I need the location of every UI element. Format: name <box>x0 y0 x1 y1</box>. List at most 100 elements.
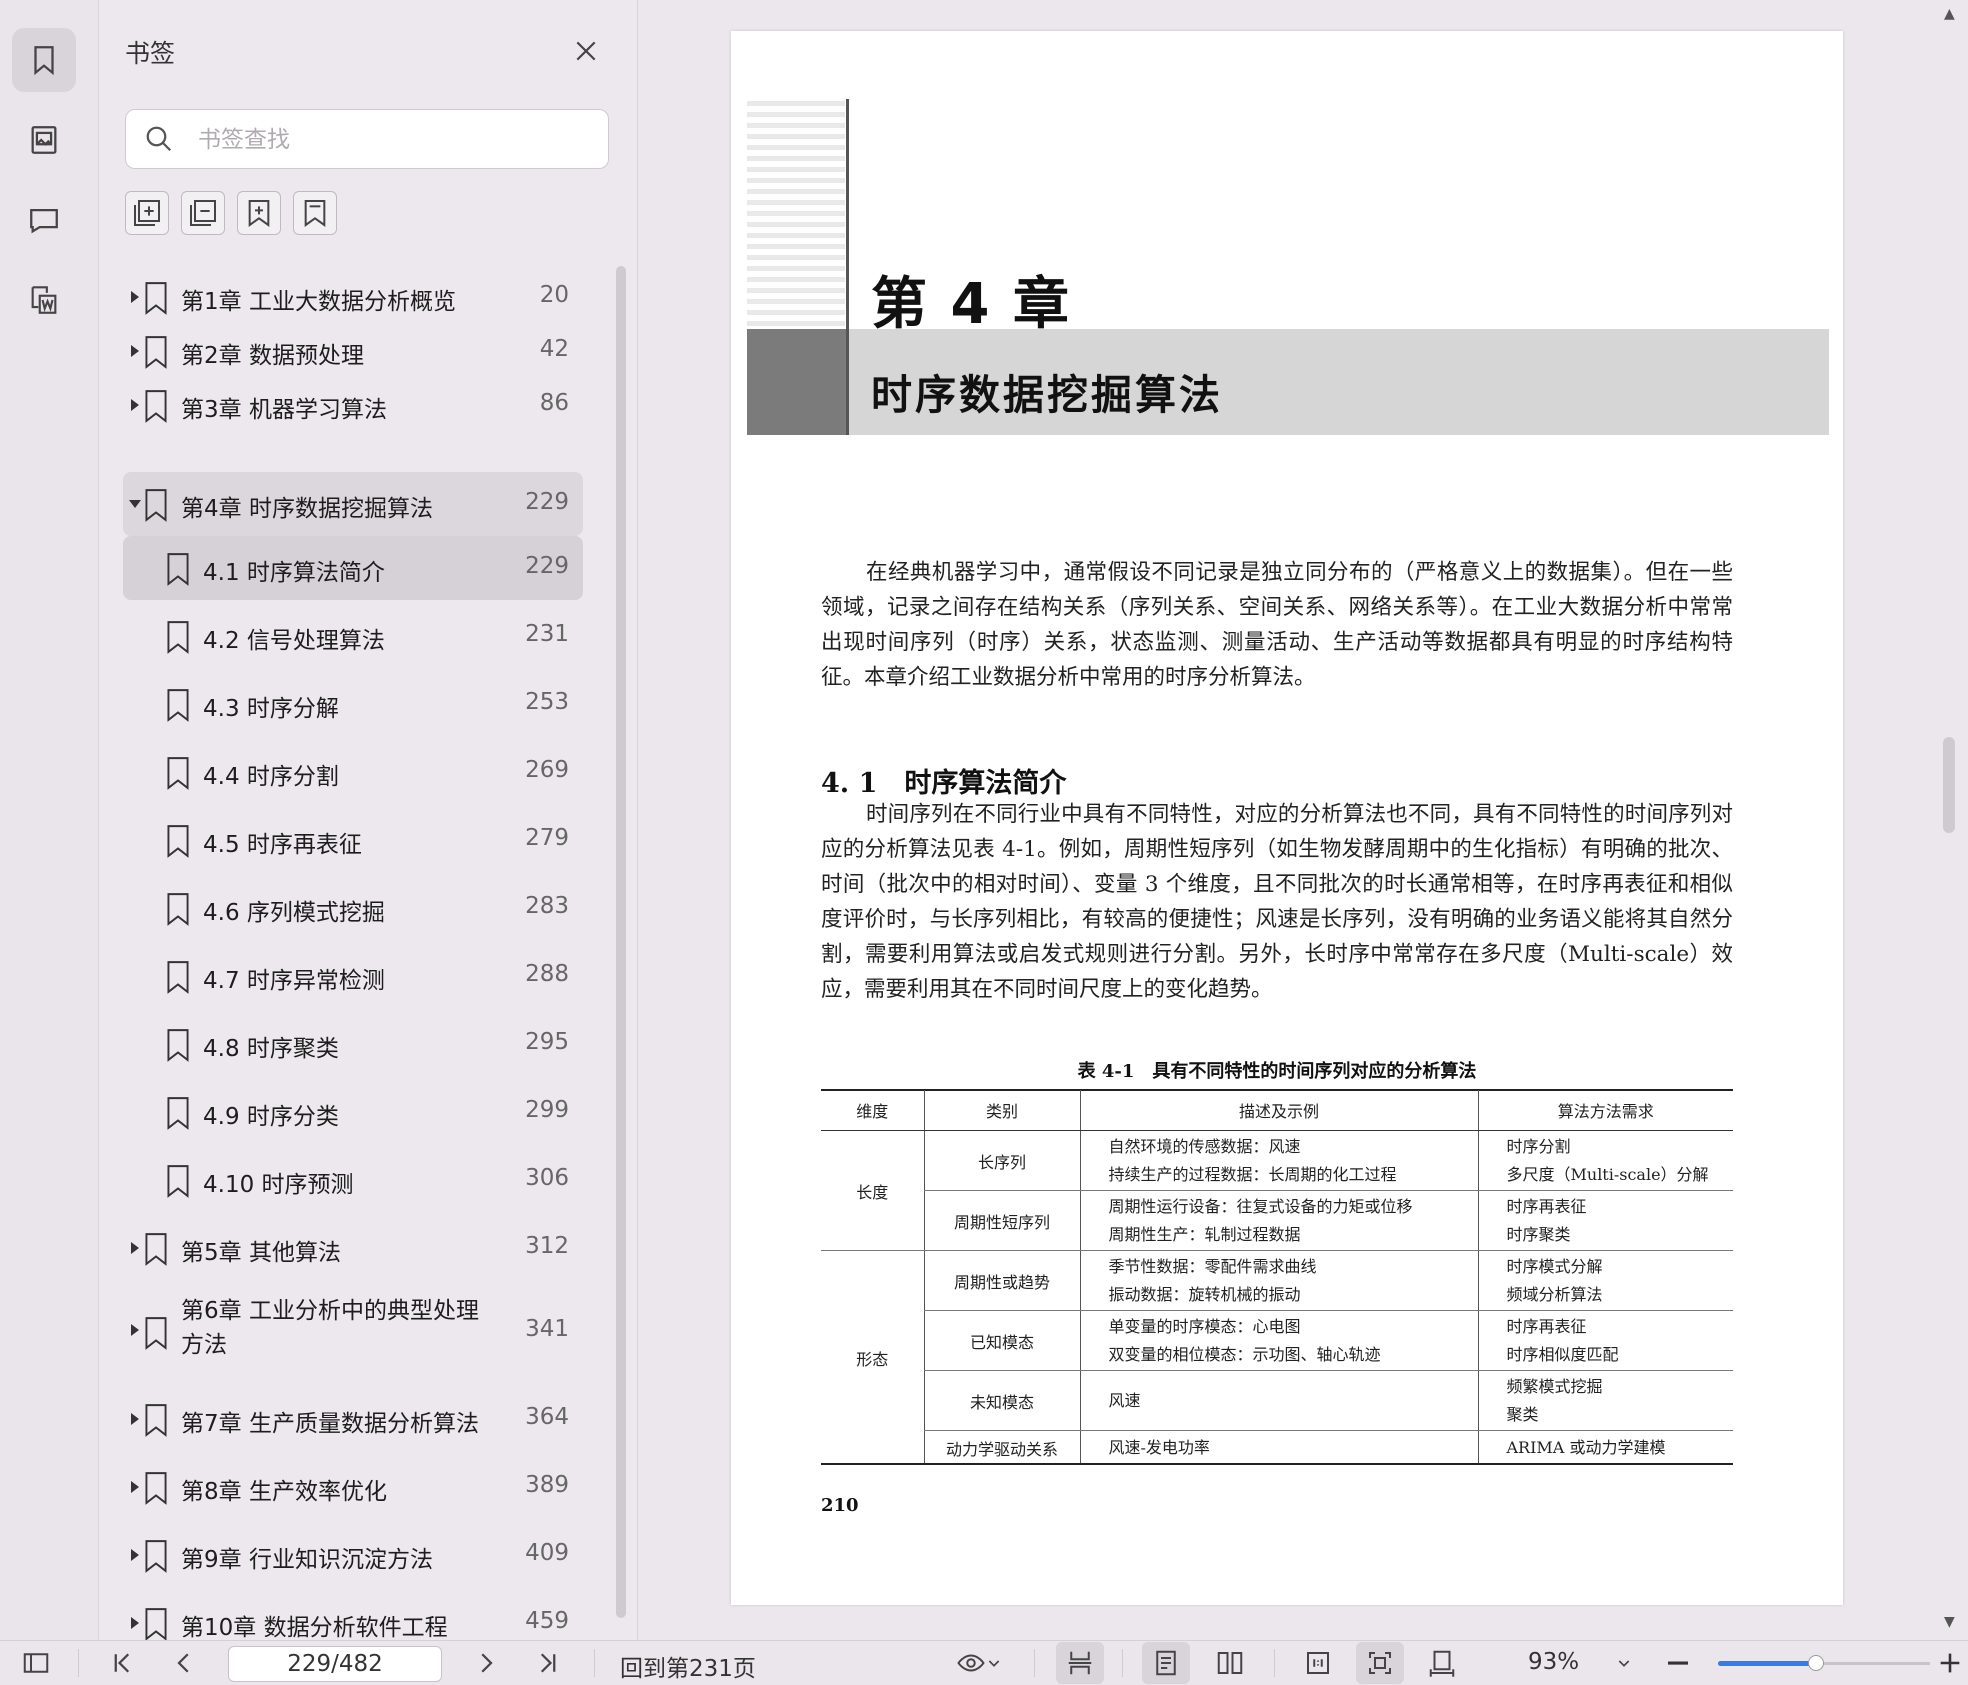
expand-arrow-icon[interactable] <box>131 1324 139 1336</box>
toolbar-separator <box>594 1649 595 1677</box>
cell-line: 季节性数据：零配件需求曲线 <box>1108 1256 1317 1276</box>
bookmark-section-4-8[interactable]: 4.8 时序聚类 295 <box>123 1012 583 1076</box>
bookmark-search-input[interactable] <box>196 120 600 160</box>
cell-line: 单变量的时序模态：心电图 <box>1108 1316 1301 1336</box>
next-page-button[interactable] <box>464 1642 508 1684</box>
view-mode-dropdown[interactable] <box>944 1642 1014 1684</box>
bookmark-style-button[interactable] <box>293 191 337 235</box>
bookmark-page: 295 <box>525 1029 569 1055</box>
previous-page-button[interactable] <box>162 1642 206 1684</box>
bookmark-page: 341 <box>525 1316 569 1342</box>
bookmark-chapter-6[interactable]: 第6章 工业分析中的典型处理方法 341 <box>123 1292 583 1372</box>
zoom-in-button[interactable] <box>1936 1642 1964 1684</box>
expand-arrow-icon[interactable] <box>131 291 139 303</box>
fit-width-button[interactable] <box>1418 1642 1466 1684</box>
icon-rail <box>0 0 99 1640</box>
bookmark-section-4-2[interactable]: 4.2 信号处理算法 231 <box>123 604 583 668</box>
bookmark-section-4-6[interactable]: 4.6 序列模式挖掘 283 <box>123 876 583 940</box>
bookmark-section-4-5[interactable]: 4.5 时序再表征 279 <box>123 808 583 872</box>
fit-width-icon <box>1429 1650 1455 1677</box>
bookmark-label: 第4章 时序数据挖掘算法 <box>181 496 433 522</box>
annotation-panel-button[interactable] <box>12 188 76 252</box>
cell-line: 持续生产的过程数据：长周期的化工过程 <box>1108 1164 1397 1184</box>
bookmark-chapter-8[interactable]: 第8章 生产效率优化 389 <box>123 1455 583 1519</box>
scroll-down-arrow-icon[interactable]: ▼ <box>1944 1614 1955 1630</box>
add-bookmark-button[interactable] <box>237 191 281 235</box>
cell-line: 时序再表征 <box>1506 1316 1587 1336</box>
table-header-row: 维度 类别 描述及示例 算法方法需求 <box>821 1090 1733 1131</box>
bookmark-chapter-10[interactable]: 第10章 数据分析软件工程 459 <box>123 1591 583 1640</box>
bookmark-chapter-3[interactable]: 第3章 机器学习算法 86 <box>123 373 583 437</box>
toggle-sidebar-button[interactable] <box>14 1642 58 1684</box>
zoom-dropdown-button[interactable] <box>1610 1642 1638 1684</box>
close-panel-button[interactable] <box>569 34 603 68</box>
minus-icon <box>1668 1661 1688 1665</box>
expand-arrow-icon[interactable] <box>131 399 139 411</box>
bookmark-section-4-3[interactable]: 4.3 时序分解 253 <box>123 672 583 736</box>
bottom-toolbar: 回到第231页 93% <box>0 1640 1968 1685</box>
bookmark-chapter-9[interactable]: 第9章 行业知识沉淀方法 409 <box>123 1523 583 1587</box>
bookmark-chapter-4[interactable]: 第4章 时序数据挖掘算法 229 <box>123 472 583 536</box>
collapse-all-button[interactable] <box>181 191 225 235</box>
page-number-input[interactable] <box>228 1646 442 1682</box>
bookmark-label: 4.5 时序再表征 <box>203 832 362 858</box>
bookmark-chapter-7[interactable]: 第7章 生产质量数据分析算法 364 <box>123 1387 583 1451</box>
bookmark-icon <box>145 336 167 369</box>
bookmark-list-scrollbar[interactable] <box>616 266 626 1618</box>
expand-arrow-icon[interactable] <box>131 1413 139 1425</box>
first-page-icon <box>114 1653 130 1673</box>
bookmark-section-4-10[interactable]: 4.10 时序预测 306 <box>123 1148 583 1212</box>
bookmark-outline-icon <box>304 200 326 227</box>
bookmark-icon <box>145 1608 167 1640</box>
bookmark-page: 288 <box>525 961 569 987</box>
document-scrollbar-thumb[interactable] <box>1943 737 1955 833</box>
bookmark-icon <box>167 893 189 926</box>
table-cell: 单变量的时序模态：心电图 双变量的相位模态：示功图、轴心轨迹 <box>1079 1310 1478 1371</box>
bookmark-panel-button[interactable] <box>12 28 76 92</box>
bookmark-section-4-1[interactable]: 4.1 时序算法简介 229 <box>123 536 583 600</box>
table-cell: 时序模式分解 频域分析算法 <box>1477 1250 1733 1311</box>
bookmark-label: 4.1 时序算法简介 <box>203 560 385 586</box>
table-row: 形态 周期性或趋势 季节性数据：零配件需求曲线 振动数据：旋转机械的振动 时序模式… <box>821 1250 1733 1369</box>
expand-arrow-icon[interactable] <box>131 1549 139 1561</box>
expand-arrow-icon[interactable] <box>131 1481 139 1493</box>
thumbnail-panel-button[interactable] <box>12 108 76 172</box>
continuous-scroll-button[interactable] <box>1056 1642 1104 1684</box>
cell-line: 时序相似度匹配 <box>1506 1344 1619 1364</box>
document-viewport: 第 4 章 时序数据挖掘算法 在经典机器学习中，通常假设不同记录是独立同分布的（… <box>638 0 1968 1640</box>
expand-arrow-icon[interactable] <box>131 1242 139 1254</box>
actual-size-button[interactable] <box>1294 1642 1342 1684</box>
bookmark-icon <box>145 1404 167 1437</box>
convert-word-button[interactable] <box>12 268 76 332</box>
bookmark-section-4-9[interactable]: 4.9 时序分类 299 <box>123 1080 583 1144</box>
table-cell: ARIMA 或动力学建模 <box>1477 1430 1733 1465</box>
last-page-button[interactable] <box>526 1642 570 1684</box>
expand-arrow-icon[interactable] <box>131 345 139 357</box>
scroll-up-arrow-icon[interactable]: ▲ <box>1944 6 1955 22</box>
bookmark-label: 4.9 时序分类 <box>203 1104 339 1130</box>
expand-arrow-icon[interactable] <box>131 1617 139 1629</box>
two-page-button[interactable] <box>1206 1642 1254 1684</box>
bookmark-chapter-5[interactable]: 第5章 其他算法 312 <box>123 1216 583 1280</box>
fit-page-button[interactable] <box>1356 1642 1404 1684</box>
bookmark-section-4-7[interactable]: 4.7 时序异常检测 288 <box>123 944 583 1008</box>
single-page-button[interactable] <box>1142 1642 1190 1684</box>
back-to-page-link[interactable]: 回到第231页 <box>620 1649 756 1683</box>
table-cell: 长序列 <box>923 1130 1080 1191</box>
zoom-out-button[interactable] <box>1660 1642 1696 1684</box>
zoom-slider-handle[interactable] <box>1807 1655 1824 1671</box>
bookmark-label: 第8章 生产效率优化 <box>181 1479 387 1505</box>
bookmark-list: 第1章 工业大数据分析概览 20 第2章 数据预处理 42 第3章 机器学习算法… <box>99 265 619 1640</box>
bookmark-section-4-4[interactable]: 4.4 时序分割 269 <box>123 740 583 804</box>
bookmark-page: 364 <box>525 1404 569 1430</box>
first-page-button[interactable] <box>100 1642 144 1684</box>
bookmark-page: 20 <box>539 282 569 308</box>
collapse-arrow-icon[interactable] <box>129 500 141 508</box>
image-icon <box>31 126 57 154</box>
cell-line: 时序聚类 <box>1506 1224 1571 1244</box>
cell-line: 时序分割 <box>1506 1136 1571 1156</box>
zoom-level[interactable]: 93% <box>1528 1649 1579 1675</box>
expand-all-button[interactable] <box>125 191 169 235</box>
bookmark-icon <box>145 1233 167 1266</box>
single-page-icon <box>1156 1650 1176 1676</box>
